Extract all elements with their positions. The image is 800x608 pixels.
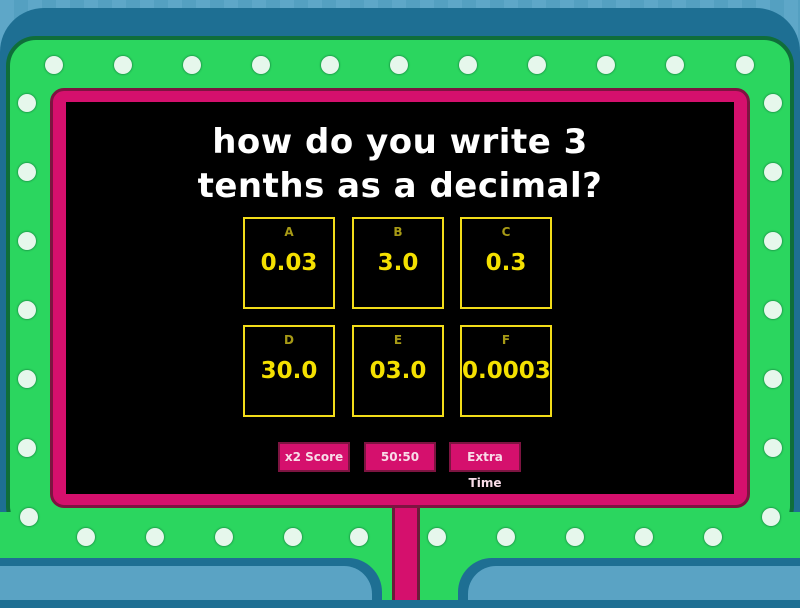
marquee-light — [528, 56, 546, 74]
marquee-light — [18, 301, 36, 319]
double-score-button[interactable]: x2 Score — [278, 442, 350, 472]
marquee-light — [321, 56, 339, 74]
answer-value: 0.3 — [485, 250, 527, 276]
marquee-light — [77, 528, 95, 546]
marquee-light — [428, 528, 446, 546]
marquee-light — [597, 56, 615, 74]
answer-letter: D — [284, 333, 294, 347]
marquee-light — [18, 439, 36, 457]
marquee-light — [666, 56, 684, 74]
marquee-light — [762, 508, 780, 526]
question-text: how do you write 3 tenths as a decimal? — [150, 120, 650, 208]
answer-value: 3.0 — [377, 250, 419, 276]
marquee-light — [566, 528, 584, 546]
answer-value: 0.03 — [260, 250, 318, 276]
marquee-light — [45, 56, 63, 74]
answer-b[interactable]: B 3.0 — [352, 217, 444, 309]
answer-e[interactable]: E 03.0 — [352, 325, 444, 417]
marquee-light — [252, 56, 270, 74]
answer-letter: E — [393, 333, 403, 347]
marquee-light — [764, 232, 782, 250]
answer-value: 03.0 — [369, 358, 427, 384]
answer-letter: A — [284, 225, 294, 239]
marquee-light — [635, 528, 653, 546]
stand-left-cutout — [0, 566, 372, 600]
marquee-light — [114, 56, 132, 74]
marquee-light — [18, 163, 36, 181]
marquee-light — [18, 94, 36, 112]
stand-right-cutout — [468, 566, 800, 600]
marquee-light — [764, 94, 782, 112]
question-line-1: how do you write 3 — [212, 122, 588, 162]
answer-value: 0.0003 — [462, 358, 551, 384]
answer-letter: B — [393, 225, 403, 239]
answer-c[interactable]: C 0.3 — [460, 217, 552, 309]
fifty-fifty-button[interactable]: 50:50 — [364, 442, 436, 472]
marquee-light — [764, 370, 782, 388]
marquee-light — [764, 301, 782, 319]
marquee-light — [497, 528, 515, 546]
marquee-light — [736, 56, 754, 74]
answer-letter: C — [501, 225, 511, 239]
marquee-light — [146, 528, 164, 546]
answer-d[interactable]: D 30.0 — [243, 325, 335, 417]
extra-time-button[interactable]: Extra Time — [449, 442, 521, 490]
answer-letter: F — [501, 333, 511, 347]
marquee-light — [20, 508, 38, 526]
marquee-light — [459, 56, 477, 74]
marquee-light — [183, 56, 201, 74]
answer-a[interactable]: A 0.03 — [243, 217, 335, 309]
marquee-light — [350, 528, 368, 546]
marquee-light — [764, 439, 782, 457]
marquee-light — [18, 232, 36, 250]
answer-value: 30.0 — [260, 358, 318, 384]
marquee-light — [18, 370, 36, 388]
question-line-2: tenths as a decimal? — [197, 166, 603, 206]
marquee-light — [284, 528, 302, 546]
marquee-light — [704, 528, 722, 546]
marquee-light — [390, 56, 408, 74]
answer-f[interactable]: F 0.0003 — [460, 325, 552, 417]
marquee-light — [764, 163, 782, 181]
marquee-light — [215, 528, 233, 546]
